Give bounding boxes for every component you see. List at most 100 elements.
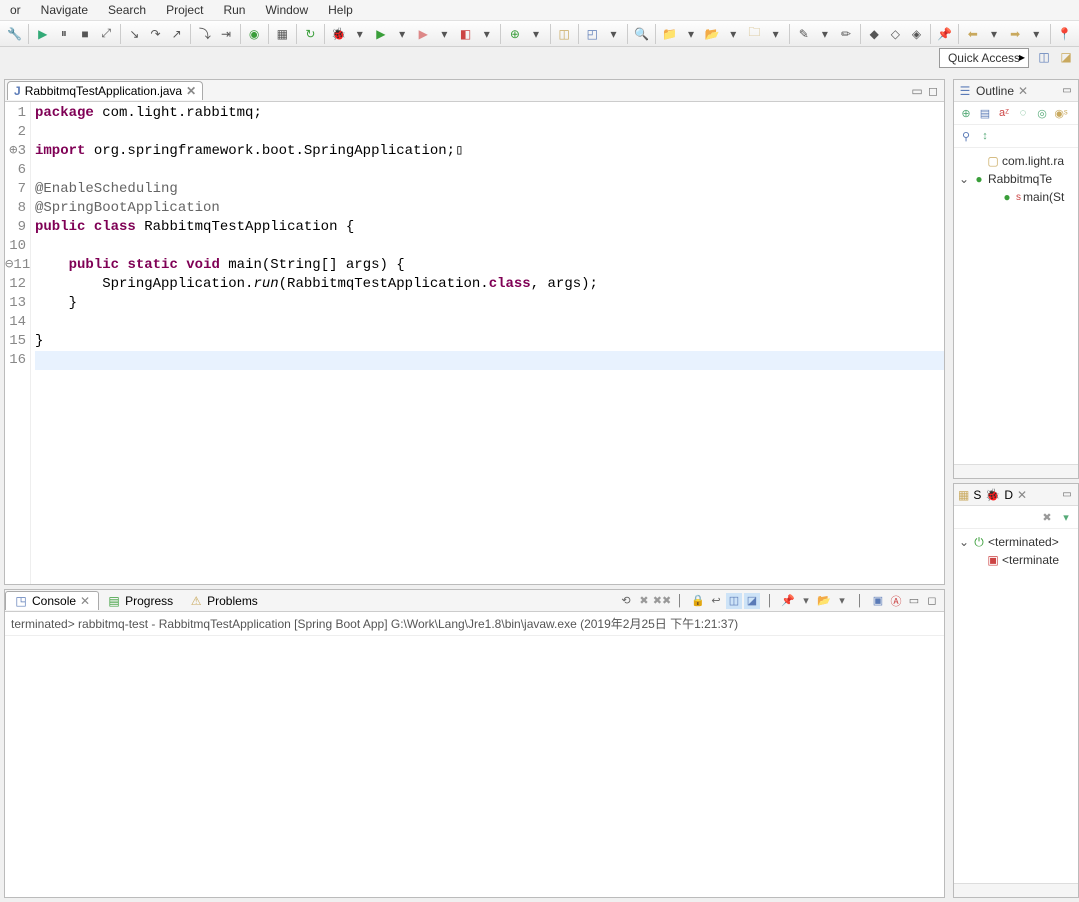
wand-icon[interactable]: ✎ [794, 24, 813, 44]
menu-item[interactable]: Run [213, 1, 255, 19]
dropdown-icon[interactable]: ▾ [681, 24, 700, 44]
dropdown-icon[interactable]: ▾ [724, 24, 743, 44]
open-perspective-icon[interactable]: ▸ [1013, 48, 1031, 66]
console-output[interactable] [5, 636, 944, 897]
console-tab[interactable]: ◳ Console ✕ [5, 591, 99, 610]
editor-tab[interactable]: J RabbitmqTestApplication.java ✕ [7, 81, 203, 100]
servers-tab[interactable]: ▦ [958, 488, 969, 502]
pause-icon[interactable]: ⏸ [54, 24, 73, 44]
menu-item[interactable]: Help [318, 1, 363, 19]
step-filter-icon[interactable]: ⇥ [216, 24, 235, 44]
new-class-icon[interactable]: ◫ [555, 24, 574, 44]
pin-icon[interactable]: 📌 [935, 24, 954, 44]
search-icon[interactable]: 🔍 [632, 24, 651, 44]
remove-terminated-icon[interactable]: ✖ [1039, 509, 1055, 525]
dropdown-icon[interactable]: ▾ [477, 24, 496, 44]
step-out-icon[interactable]: ↗ [167, 24, 186, 44]
back-icon[interactable]: ⬅ [963, 24, 982, 44]
show-console-stdout-icon[interactable]: ◪ [744, 593, 760, 609]
dropdown-icon[interactable]: ▾ [350, 24, 369, 44]
stop-icon[interactable]: ■ [75, 24, 94, 44]
resume-icon[interactable]: ▶ [33, 24, 52, 44]
forward-icon[interactable]: ➡ [1006, 24, 1025, 44]
toggle-mark-icon[interactable]: ◈ [907, 24, 926, 44]
open-console-icon[interactable]: 📂 [816, 593, 832, 609]
maximize-icon[interactable]: ◻ [926, 84, 940, 98]
progress-tab[interactable]: ▤ Progress [99, 592, 181, 610]
close-icon[interactable]: ✕ [1017, 488, 1027, 502]
menu-item[interactable]: Search [98, 1, 156, 19]
stop-all-icon[interactable]: ◉ [245, 24, 264, 44]
dropdown-icon[interactable]: ▾ [435, 24, 454, 44]
close-icon[interactable]: ✕ [1018, 84, 1028, 98]
debug-icon[interactable]: 🐞 [329, 24, 348, 44]
dropdown-icon[interactable]: ▾ [815, 24, 834, 44]
relaunch-icon[interactable]: Ⓐ [888, 593, 904, 609]
refresh-icon[interactable]: ↻ [301, 24, 320, 44]
view-menu-icon[interactable]: ▾ [1058, 509, 1074, 525]
dropdown-icon[interactable]: ▾ [1027, 24, 1046, 44]
dropdown-icon[interactable]: ▾ [984, 24, 1003, 44]
coverage-icon[interactable]: ▶ [414, 24, 433, 44]
pin-editor-icon[interactable]: 📍 [1055, 24, 1074, 44]
step-into-icon[interactable]: ↘ [125, 24, 144, 44]
open-type-icon[interactable]: ◰ [583, 24, 602, 44]
link-icon[interactable]: ⚲ [958, 128, 974, 144]
disconnect-icon[interactable]: ⤢ [97, 24, 116, 44]
outline-tree[interactable]: ▢com.light.ra⌄●RabbitmqTe●smain(St [954, 148, 1078, 464]
remove-icon[interactable]: ✖ [636, 593, 652, 609]
sort-icon[interactable]: ▤ [977, 105, 993, 121]
sort-icon[interactable]: ↕ [977, 128, 993, 144]
horizontal-scrollbar[interactable] [954, 883, 1078, 897]
dropdown-icon[interactable]: ▾ [766, 24, 785, 44]
pencil-icon[interactable]: ✏ [836, 24, 855, 44]
display-selected-icon[interactable]: ▾ [798, 593, 814, 609]
close-icon[interactable]: ✕ [80, 594, 90, 608]
minimize-icon[interactable]: ▭ [910, 84, 924, 98]
hide-nonpublic-icon[interactable]: ◉ˢ [1053, 105, 1069, 121]
horizontal-scrollbar[interactable] [954, 464, 1078, 478]
menu-item[interactable]: Window [255, 1, 318, 19]
step-over-icon[interactable]: ↷ [146, 24, 165, 44]
minimize-icon[interactable]: ▭ [906, 593, 922, 609]
code-area[interactable]: package com.light.rabbitmq; import org.s… [31, 102, 944, 584]
toggle-mark-icon[interactable]: ◇ [886, 24, 905, 44]
tree-item[interactable]: ▣<terminate [958, 551, 1074, 569]
terminate-icon[interactable]: ▣ [870, 593, 886, 609]
folder-icon[interactable]: 🗀 [745, 24, 764, 44]
focus-icon[interactable]: ⊕ [958, 105, 974, 121]
folder-icon[interactable]: 📁 [660, 24, 679, 44]
hide-static-icon[interactable]: ◎ [1034, 105, 1050, 121]
tree-item[interactable]: ▢com.light.ra [958, 152, 1074, 170]
package-icon[interactable]: ▦ [273, 24, 292, 44]
minimize-icon[interactable]: ▭ [1060, 84, 1074, 98]
dropdown-icon[interactable]: ▾ [604, 24, 623, 44]
minimize-icon[interactable]: ▭ [1060, 488, 1074, 502]
problems-tab[interactable]: ⚠ Problems [181, 592, 266, 610]
clear-icon[interactable]: ⟲ [618, 593, 634, 609]
folder-icon[interactable]: 📂 [703, 24, 722, 44]
drop-frame-icon[interactable]: ⤵ [195, 24, 214, 44]
run-icon[interactable]: ▶ [371, 24, 390, 44]
tree-item[interactable]: ●smain(St [958, 188, 1074, 206]
debug-tab[interactable]: 🐞 [985, 488, 1000, 502]
dropdown-icon[interactable]: ▾ [834, 593, 850, 609]
menu-item[interactable]: Navigate [31, 1, 98, 19]
perspective-java-icon[interactable]: ◫ [1035, 48, 1053, 66]
pin-console-icon[interactable]: 📌 [780, 593, 796, 609]
maximize-icon[interactable]: ◻ [924, 593, 940, 609]
menu-item[interactable]: Project [156, 1, 213, 19]
editor-body[interactable]: 12⊕3678910⊖111213141516 package com.ligh… [5, 102, 944, 584]
debug-tree[interactable]: ⌄⏻<terminated>▣<terminate [954, 529, 1078, 883]
dropdown-icon[interactable]: ▾ [526, 24, 545, 44]
word-wrap-icon[interactable]: ↩ [708, 593, 724, 609]
close-icon[interactable]: ✕ [186, 84, 196, 98]
dropdown-icon[interactable]: ▾ [393, 24, 412, 44]
toggle-mark-icon[interactable]: ◆ [865, 24, 884, 44]
remove-all-icon[interactable]: ✖✖ [654, 593, 670, 609]
external-tools-icon[interactable]: ◧ [456, 24, 475, 44]
hide-fields-icon[interactable]: ◌ [1015, 105, 1031, 121]
sort-az-icon[interactable]: aᶻ [996, 105, 1012, 121]
tree-item[interactable]: ⌄⏻<terminated> [958, 533, 1074, 551]
menu-item[interactable]: or [0, 1, 31, 19]
